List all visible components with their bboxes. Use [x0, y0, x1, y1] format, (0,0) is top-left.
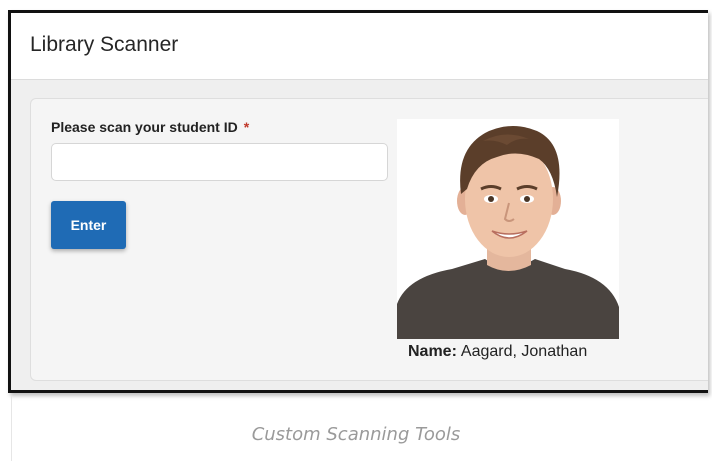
student-name-value: Aagard, Jonathan: [460, 343, 588, 360]
student-name-label: Name:: [408, 343, 457, 360]
required-marker: *: [243, 119, 250, 135]
title-bar: Library Scanner: [11, 13, 708, 80]
app-window: Library Scanner Please scan your student…: [8, 10, 708, 393]
student-id-label-text: Please scan your student ID: [51, 119, 238, 135]
student-photo: [397, 119, 619, 339]
student-name: Name: Aagard, Jonathan: [408, 343, 587, 361]
scanner-card: Please scan your student ID * Enter Name…: [30, 98, 708, 381]
enter-button[interactable]: Enter: [51, 201, 126, 249]
figure-caption: Custom Scanning Tools: [251, 424, 461, 445]
student-id-label: Please scan your student ID *: [51, 119, 249, 135]
student-id-input[interactable]: [51, 143, 388, 181]
page-title: Library Scanner: [30, 33, 179, 56]
